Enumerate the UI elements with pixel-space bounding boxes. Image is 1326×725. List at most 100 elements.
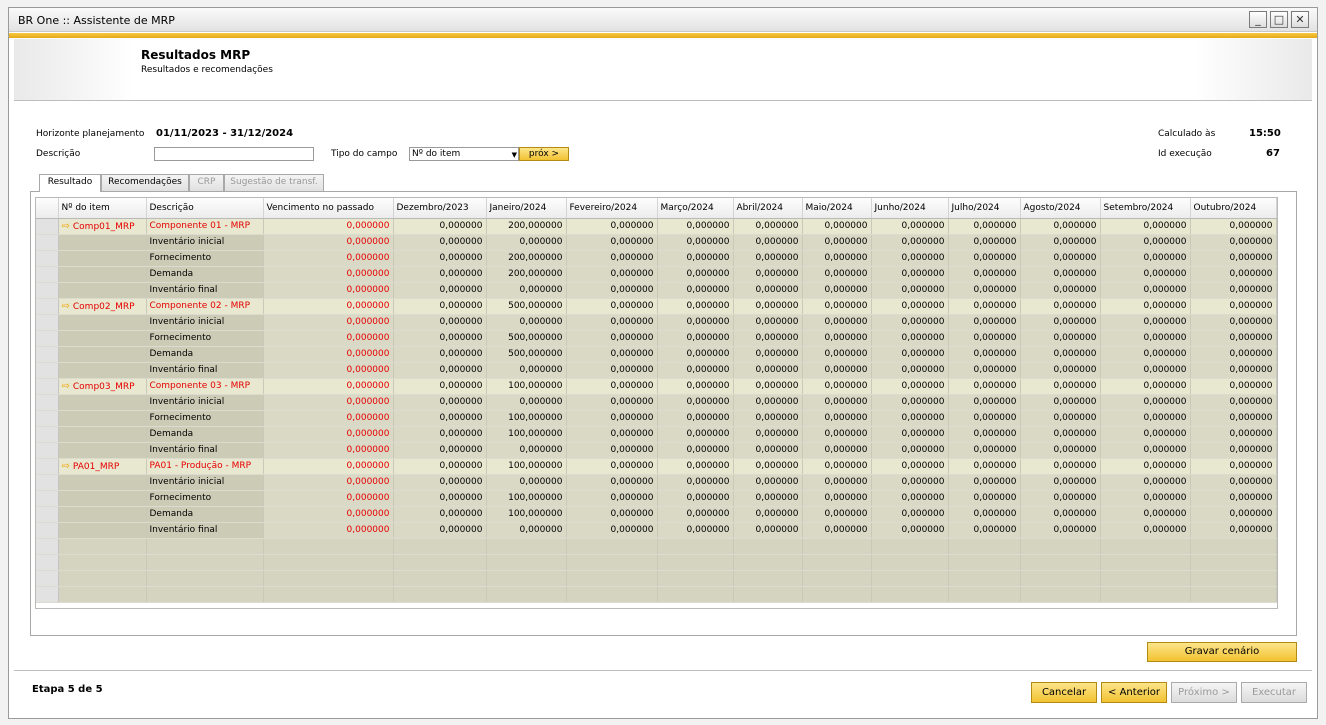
row-selector[interactable] (36, 490, 59, 507)
row-selector[interactable] (36, 458, 59, 475)
anterior-button[interactable]: < Anterior (1101, 682, 1167, 703)
tab-resultado[interactable]: Resultado (39, 174, 101, 192)
column-header[interactable]: Vencimento no passado (263, 198, 394, 219)
empty-cell (566, 586, 658, 603)
column-header[interactable]: Junho/2024 (871, 198, 949, 219)
row-selector[interactable] (36, 442, 59, 459)
row-selector[interactable] (36, 346, 59, 363)
column-header[interactable]: Agosto/2024 (1020, 198, 1101, 219)
row-selector[interactable] (36, 298, 59, 315)
row-selector[interactable] (36, 522, 59, 539)
calculado-label: Calculado às (1158, 129, 1216, 139)
row-selector[interactable] (36, 314, 59, 331)
month-value-cell: 0,000000 (733, 458, 803, 475)
row-selector[interactable] (36, 506, 59, 523)
row-selector[interactable] (36, 378, 59, 395)
id-execucao-label: Id execução (1158, 149, 1212, 159)
cancelar-button[interactable]: Cancelar (1031, 682, 1097, 703)
row-selector[interactable] (36, 330, 59, 347)
column-header[interactable]: Abril/2024 (733, 198, 803, 219)
table-row[interactable]: Demanda 0,000000 0,000000 200,000000 0,00000… (36, 266, 1277, 283)
item-code-cell[interactable] (58, 506, 147, 523)
column-header[interactable]: Julho/2024 (948, 198, 1021, 219)
table-row[interactable]: Inventário inicial 0,000000 0,000000 0,0000… (36, 474, 1277, 491)
row-selector[interactable] (36, 394, 59, 411)
prox-button[interactable]: próx > (519, 147, 569, 161)
table-row[interactable]: ⇨ PA01_MRP PA01 - Produção - MRP 0,000000 0,… (36, 458, 1277, 475)
gravar-cenario-button[interactable]: Gravar cenário (1147, 642, 1297, 662)
table-row[interactable]: Inventário final 0,000000 0,000000 0,000000… (36, 522, 1277, 539)
row-selector[interactable] (36, 426, 59, 443)
row-selector[interactable] (36, 474, 59, 491)
table-row[interactable]: Fornecimento 0,000000 0,000000 100,000000 0,… (36, 410, 1277, 427)
item-code-cell[interactable] (58, 282, 147, 299)
table-row[interactable]: Inventário final 0,000000 0,000000 0,000000… (36, 282, 1277, 299)
item-code-cell[interactable] (58, 314, 147, 331)
column-header[interactable]: Fevereiro/2024 (566, 198, 658, 219)
item-code-cell[interactable] (58, 362, 147, 379)
column-header[interactable]: Janeiro/2024 (486, 198, 567, 219)
maximize-icon[interactable]: □ (1270, 11, 1288, 28)
item-code-cell[interactable] (58, 474, 147, 491)
table-row[interactable]: Inventário final 0,000000 0,000000 0,000000… (36, 442, 1277, 459)
empty-cell (1020, 570, 1101, 587)
table-row[interactable]: Fornecimento 0,000000 0,000000 200,000000 0,… (36, 250, 1277, 267)
row-selector[interactable] (36, 266, 59, 283)
column-header[interactable]: Março/2024 (657, 198, 734, 219)
table-row[interactable]: ⇨ Comp02_MRP Componente 02 - MRP 0,000000 0,… (36, 298, 1277, 315)
table-row[interactable]: Inventário inicial 0,000000 0,000000 0,0000… (36, 314, 1277, 331)
item-code-cell[interactable] (58, 394, 147, 411)
table-row[interactable]: Fornecimento 0,000000 0,000000 500,000000 0,… (36, 330, 1277, 347)
row-selector[interactable] (36, 218, 59, 235)
item-code-cell[interactable] (58, 330, 147, 347)
month-value-cell: 0,000000 (393, 426, 487, 443)
item-code-cell[interactable] (58, 522, 147, 539)
item-code-cell[interactable] (58, 250, 147, 267)
item-code-cell[interactable] (58, 410, 147, 427)
item-code-cell[interactable]: ⇨ Comp01_MRP (58, 218, 147, 235)
link-arrow-icon[interactable]: ⇨ (62, 221, 70, 232)
mrp-results-grid[interactable]: Nº do item Descrição Vencimento no passado… (35, 197, 1278, 609)
minimize-icon[interactable]: _ (1249, 11, 1267, 28)
item-code-cell[interactable] (58, 234, 147, 251)
row-selector[interactable] (36, 250, 59, 267)
column-header[interactable]: Setembro/2024 (1100, 198, 1191, 219)
close-icon[interactable]: ✕ (1291, 11, 1309, 28)
row-selector[interactable] (36, 282, 59, 299)
descricao-input[interactable] (154, 147, 314, 161)
item-code-cell[interactable] (58, 346, 147, 363)
column-header[interactable]: Dezembro/2023 (393, 198, 487, 219)
table-row[interactable]: ⇨ Comp03_MRP Componente 03 - MRP 0,000000 0,… (36, 378, 1277, 395)
month-value-cell: 0,000000 (566, 490, 658, 507)
table-row[interactable]: Inventário final 0,000000 0,000000 0,000000… (36, 362, 1277, 379)
column-header[interactable]: Maio/2024 (802, 198, 872, 219)
link-arrow-icon[interactable]: ⇨ (62, 381, 70, 392)
item-code-cell[interactable] (58, 426, 147, 443)
tab-recomendacoes[interactable]: Recomendações (101, 174, 189, 191)
row-selector[interactable] (36, 362, 59, 379)
link-arrow-icon[interactable]: ⇨ (62, 301, 70, 312)
column-header[interactable]: Descrição (146, 198, 264, 219)
tipo-campo-select[interactable]: Nº do item ▼ (409, 147, 519, 161)
table-row[interactable]: Demanda 0,000000 0,000000 100,000000 0,00000… (36, 426, 1277, 443)
column-header[interactable]: Outubro/2024 (1190, 198, 1277, 219)
month-value-cell: 500,000000 (486, 298, 567, 315)
table-row[interactable]: Inventário inicial 0,000000 0,000000 0,0000… (36, 234, 1277, 251)
row-selector[interactable] (36, 410, 59, 427)
item-code-cell[interactable]: ⇨ PA01_MRP (58, 458, 147, 475)
item-code-cell[interactable] (58, 442, 147, 459)
column-header[interactable]: Nº do item (58, 198, 147, 219)
table-row[interactable]: ⇨ Comp01_MRP Componente 01 - MRP 0,000000 0,… (36, 218, 1277, 235)
month-value-cell: 0,000000 (566, 346, 658, 363)
link-arrow-icon[interactable]: ⇨ (62, 461, 70, 472)
table-row[interactable]: Inventário inicial 0,000000 0,000000 0,0000… (36, 394, 1277, 411)
item-code-cell[interactable]: ⇨ Comp03_MRP (58, 378, 147, 395)
item-code-cell[interactable]: ⇨ Comp02_MRP (58, 298, 147, 315)
month-value-cell: 0,000000 (566, 234, 658, 251)
table-row[interactable]: Fornecimento 0,000000 0,000000 100,000000 0,… (36, 490, 1277, 507)
table-row[interactable]: Demanda 0,000000 0,000000 500,000000 0,00000… (36, 346, 1277, 363)
item-code-cell[interactable] (58, 266, 147, 283)
table-row[interactable]: Demanda 0,000000 0,000000 100,000000 0,00000… (36, 506, 1277, 523)
row-selector[interactable] (36, 234, 59, 251)
item-code-cell[interactable] (58, 490, 147, 507)
